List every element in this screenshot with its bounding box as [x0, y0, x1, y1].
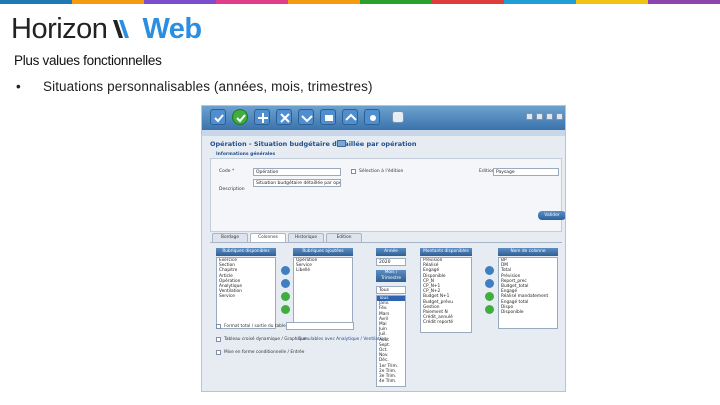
app-screenshot: Opération - Situation budgétaire détaill…	[201, 105, 566, 392]
option-checkbox-2[interactable]	[216, 337, 221, 342]
available-fields-header: Rubriques disponibles	[216, 248, 276, 256]
list-item[interactable]: 4e Trim.	[377, 379, 405, 384]
check-icon[interactable]	[210, 109, 226, 125]
description-field[interactable]: Situation budgétaire détaillée par opéra…	[253, 179, 341, 187]
tab-bordage[interactable]: Bordage	[212, 233, 248, 242]
option-hint: Cumulables avec Analytique / Ventilation	[298, 337, 387, 342]
print-icon[interactable]	[320, 109, 336, 125]
option-checkbox-3[interactable]	[216, 350, 221, 355]
available-fields-list[interactable]: Exercice Section Chapitre Article Opérat…	[216, 257, 276, 329]
help-icon[interactable]	[364, 109, 380, 125]
logo-text-horizon: Horizon	[11, 12, 108, 45]
brand-color-stripe	[0, 0, 720, 4]
add-icon[interactable]	[254, 109, 270, 125]
added-fields-list[interactable]: Opération Service Libellé	[293, 257, 353, 329]
option-label-2: Tableau croisé dynamique / Graphique	[224, 337, 307, 342]
stripe-segment	[72, 0, 144, 4]
edition-field[interactable]: Paysage	[493, 168, 559, 176]
added-fields-header: Rubriques ajoutées	[293, 248, 353, 256]
stripe-segment	[144, 0, 216, 4]
logo-mark-icon	[111, 17, 141, 41]
restore-icon[interactable]	[546, 113, 553, 120]
move-up-icon[interactable]	[281, 292, 290, 301]
tab-divider	[210, 242, 562, 243]
period-button[interactable]: Mois / Trimestre	[376, 270, 406, 282]
available-amounts-list[interactable]: Prévision Réalisé Engagé Disponible CP_N…	[420, 257, 472, 333]
maximize-icon[interactable]	[536, 113, 543, 120]
menu-icon[interactable]	[392, 111, 404, 123]
tab-colonnes[interactable]: Colonnes	[250, 233, 286, 242]
edit-icon[interactable]	[232, 109, 248, 125]
stripe-segment	[0, 0, 72, 4]
move-right-icon[interactable]	[281, 266, 290, 275]
stripe-segment	[576, 0, 648, 4]
code-label: Code *	[219, 169, 235, 174]
add-amount-icon[interactable]	[485, 266, 494, 275]
refresh-icon[interactable]	[298, 109, 314, 125]
move-down-icon[interactable]	[281, 305, 290, 314]
description-label: Description	[219, 187, 245, 192]
list-item[interactable]: Libellé	[294, 268, 352, 273]
year-header: Année	[376, 248, 406, 256]
column-name-header: Nom de colonne	[498, 248, 558, 256]
code-field[interactable]: Opération	[253, 168, 341, 176]
logo-text-web: Web	[142, 12, 202, 45]
tab-edition[interactable]: Edition	[326, 233, 362, 242]
move-left-icon[interactable]	[281, 279, 290, 288]
stripe-segment	[504, 0, 576, 4]
horizon-web-logo: Horizon Web	[11, 12, 202, 46]
list-item[interactable]: Crédit reporté	[421, 320, 471, 325]
option-select-1[interactable]	[286, 322, 354, 330]
app-page-title: Opération - Situation budgétaire détaill…	[210, 140, 417, 148]
remove-amount-icon[interactable]	[485, 279, 494, 288]
delete-icon[interactable]	[276, 109, 292, 125]
export-icon[interactable]	[342, 109, 358, 125]
option-label-3: Mise en forme conditionnelle / Entrée	[224, 350, 305, 355]
app-toolbar	[202, 106, 565, 130]
toolbar-subbar	[202, 130, 565, 136]
bullet-icon: •	[16, 79, 21, 94]
list-item[interactable]: Disponible	[499, 310, 557, 315]
stripe-segment	[288, 0, 360, 4]
available-amounts-header: Montants disponibles	[420, 248, 472, 256]
tab-historique[interactable]: Historique	[288, 233, 324, 242]
column-name-list[interactable]: BP DM Total Prévision Report_prec Budget…	[498, 257, 558, 329]
option-checkbox-1[interactable]	[216, 324, 221, 329]
amount-down-icon[interactable]	[485, 305, 494, 314]
slide-heading: Plus values fonctionnelles	[14, 53, 162, 68]
stripe-segment	[648, 0, 720, 4]
year-select[interactable]: 2020	[376, 258, 406, 266]
stripe-segment	[360, 0, 432, 4]
validate-button[interactable]: Valider	[538, 211, 565, 220]
general-info-panel: Code * Opération Sélection à l'édition E…	[210, 158, 562, 232]
option-label-1: Format total / sortie du tableau	[224, 324, 292, 329]
stripe-segment	[432, 0, 504, 4]
stripe-segment	[216, 0, 288, 4]
minimize-icon[interactable]	[526, 113, 533, 120]
period-select[interactable]: Tous	[376, 286, 406, 294]
bullet-text: Situations personnalisables (années, moi…	[43, 79, 373, 94]
tab-bar: Bordage Colonnes Historique Edition	[212, 233, 362, 242]
list-item[interactable]: Service	[217, 294, 275, 299]
section-title: Informations générales	[216, 152, 276, 157]
close-icon[interactable]	[556, 113, 563, 120]
amount-up-icon[interactable]	[485, 292, 494, 301]
selection-checkbox-label: Sélection à l'édition	[359, 169, 404, 174]
selection-checkbox[interactable]	[351, 169, 356, 174]
window-controls	[526, 113, 563, 120]
info-icon[interactable]	[337, 140, 346, 147]
